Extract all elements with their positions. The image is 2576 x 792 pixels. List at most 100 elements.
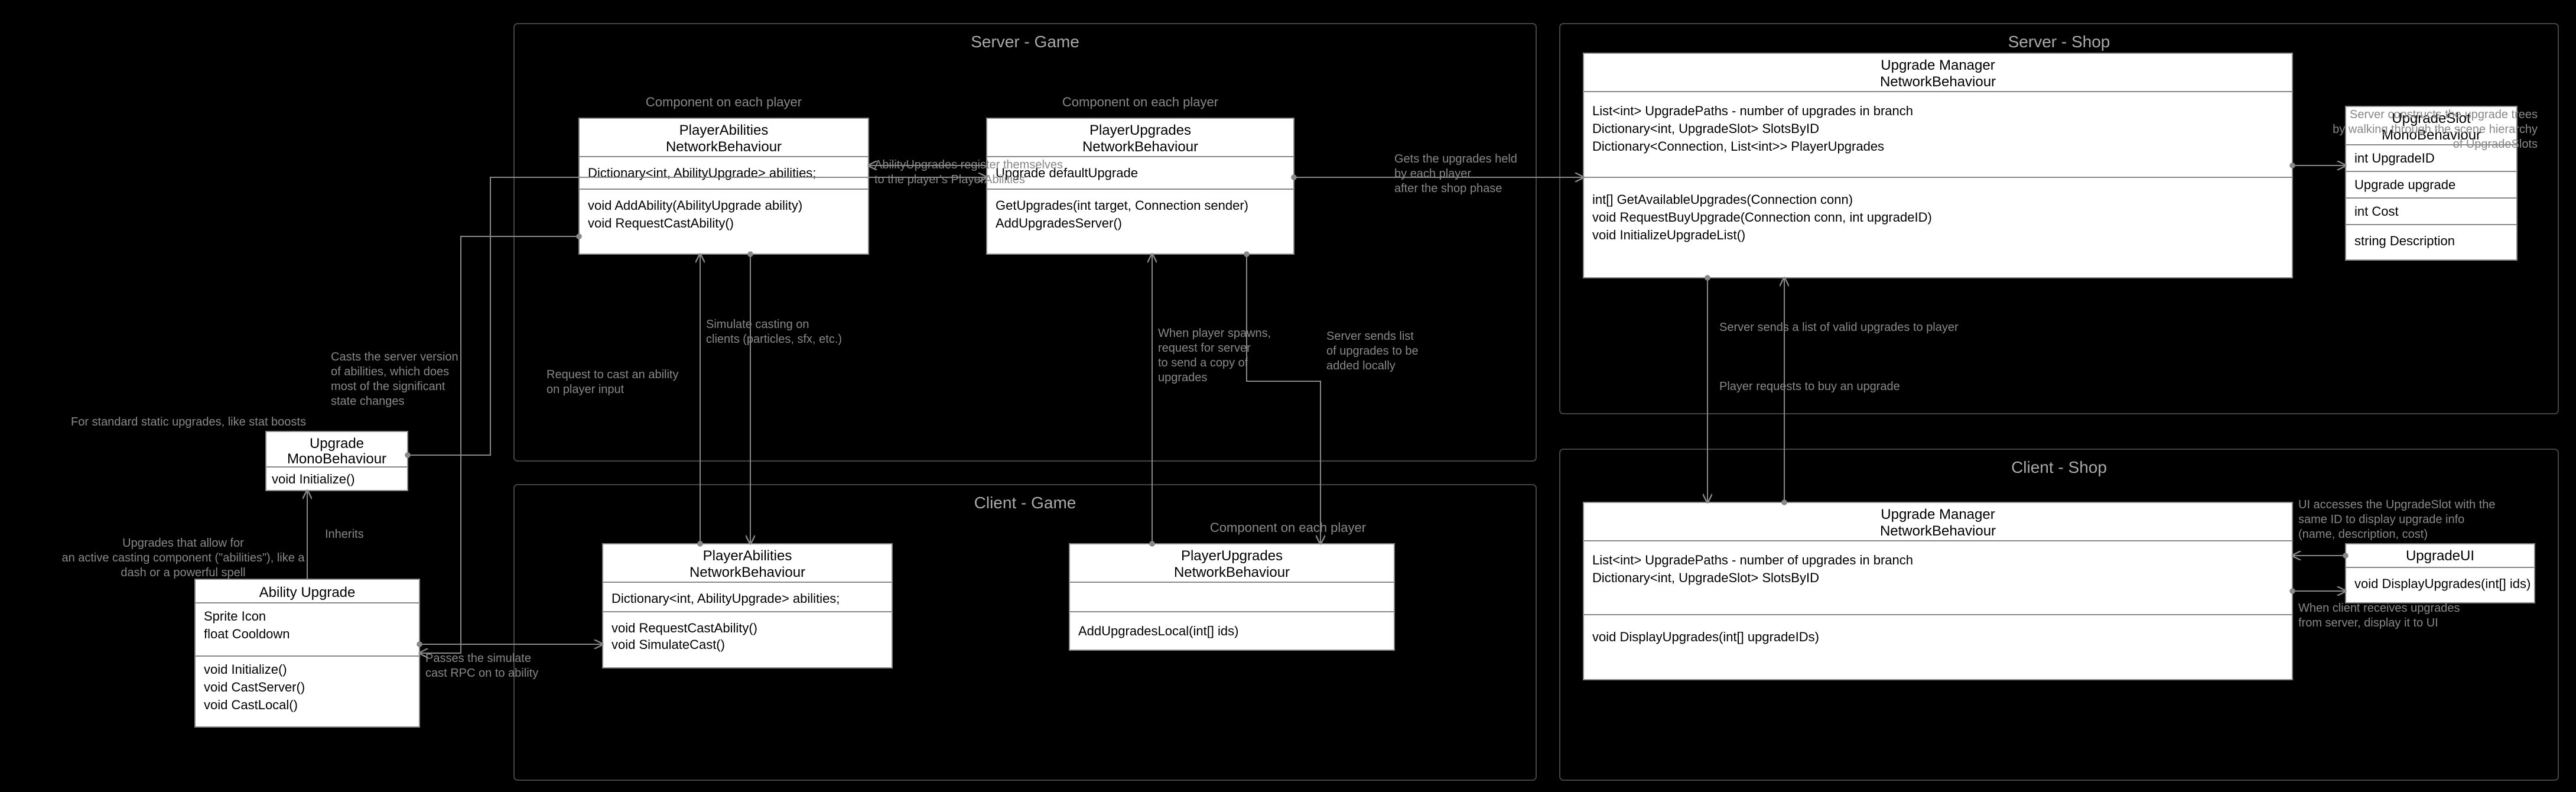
sublabel-cpu: Component on each player xyxy=(1210,520,1366,535)
cpa-sub: NetworkBehaviour xyxy=(689,564,805,580)
us-f3: int Cost xyxy=(2354,204,2399,219)
sum-sub: NetworkBehaviour xyxy=(1880,74,1996,90)
cum-title: Upgrade Manager xyxy=(1881,507,1995,522)
us-f2: Upgrade upgrade xyxy=(2354,177,2455,192)
note-sc2: clients (particles, sfx, etc.) xyxy=(706,333,842,346)
cum-f1: List<int> UpgradePaths - number of upgra… xyxy=(1592,553,1913,567)
note-ar1: AbilityUpgrades register themselves xyxy=(874,158,1063,171)
sublabel-spa: Component on each player xyxy=(646,95,802,109)
uml-client-player-abilities: PlayerAbilities NetworkBehaviour Diction… xyxy=(603,544,892,668)
note-act1: Upgrades that allow for xyxy=(122,537,244,550)
note-pspawn1: When player spawns, xyxy=(1158,327,1271,340)
uml-server-upgrade-manager: Upgrade Manager NetworkBehaviour List<in… xyxy=(1583,53,2292,278)
uml-client-player-upgrades: PlayerUpgrades NetworkBehaviour AddUpgra… xyxy=(1069,544,1394,650)
cpu-title: PlayerUpgrades xyxy=(1181,548,1283,564)
note-act2: an active casting component ("abilities"… xyxy=(61,551,305,564)
cum-m1: void DisplayUpgrades(int[] upgradeIDs) xyxy=(1592,629,1819,644)
conn-spu-cpu xyxy=(1247,254,1320,544)
note-pspawn3: to send a copy of xyxy=(1158,356,1248,369)
note-ps2: cast RPC on to ability xyxy=(425,667,538,680)
note-sconst2: by walking through the scene hierarchy xyxy=(2333,123,2538,136)
zone-server-game-title: Server - Game xyxy=(971,33,1079,51)
ability-upgrade-m2: void CastServer() xyxy=(204,680,305,694)
uml-server-player-abilities: PlayerAbilities NetworkBehaviour Diction… xyxy=(579,118,869,254)
uml-upgrade-ui: UpgradeUI void DisplayUpgrades(int[] ids… xyxy=(2346,544,2535,603)
sum-f3: Dictionary<Connection, List<int>> Player… xyxy=(1592,139,1884,154)
upgrade-m1: void Initialize() xyxy=(272,472,355,486)
conn-spa-au xyxy=(419,236,579,653)
note-cs4: state changes xyxy=(331,395,405,408)
note-ps1: Passes the simulate xyxy=(425,652,531,665)
us-f4: string Description xyxy=(2354,233,2455,248)
note-cs1: Casts the server version xyxy=(331,350,458,363)
ability-upgrade-f1: Sprite Icon xyxy=(204,609,266,624)
note-ssl3: added locally xyxy=(1326,359,1396,372)
sum-f2: Dictionary<int, UpgradeSlot> SlotsByID xyxy=(1592,121,1819,136)
spa-f1: Dictionary<int, AbilityUpgrade> abilitie… xyxy=(588,165,816,180)
sum-m2: void RequestBuyUpgrade(Connection conn, … xyxy=(1592,210,1932,225)
ability-upgrade-title: Ability Upgrade xyxy=(259,585,356,601)
note-prb: Player requests to buy an upgrade xyxy=(1719,380,1900,393)
uml-upgrade: Upgrade MonoBehaviour void Initialize() xyxy=(266,431,408,491)
sum-m1: int[] GetAvailableUpgrades(Connection co… xyxy=(1592,192,1853,207)
sublabel-spu: Component on each player xyxy=(1062,95,1218,109)
ability-upgrade-f2: float Cooldown xyxy=(204,627,290,641)
note-pspawn2: request for server xyxy=(1158,342,1251,355)
note-static: For standard static upgrades, like stat … xyxy=(71,416,306,429)
cpu-m1: AddUpgradesLocal(int[] ids) xyxy=(1078,624,1238,638)
spu-sub: NetworkBehaviour xyxy=(1082,139,1198,155)
zone-client-shop-title: Client - Shop xyxy=(2011,458,2107,476)
sum-title: Upgrade Manager xyxy=(1881,57,1995,73)
upgrade-title: Upgrade xyxy=(310,436,364,452)
note-gu1: Gets the upgrades held xyxy=(1394,152,1517,165)
note-uia1: UI accesses the UpgradeSlot with the xyxy=(2298,498,2496,511)
note-wc1: When client receives upgrades xyxy=(2298,602,2460,615)
note-gu3: after the shop phase xyxy=(1394,182,1502,195)
note-ssv: Server sends a list of valid upgrades to… xyxy=(1719,321,1959,334)
spa-sub: NetworkBehaviour xyxy=(666,139,782,155)
note-cs2: of abilities, which does xyxy=(331,365,449,378)
uui-m1: void DisplayUpgrades(int[] ids) xyxy=(2354,576,2531,591)
note-uia3: (name, description, cost) xyxy=(2298,528,2428,541)
note-act3: dash or a powerful spell xyxy=(121,566,245,579)
note-ssl1: Server sends list xyxy=(1326,330,1414,343)
spa-m2: void RequestCastAbility() xyxy=(588,216,734,231)
spa-m1: void AddAbility(AbilityUpgrade ability) xyxy=(588,198,802,213)
ability-upgrade-m1: void Initialize() xyxy=(204,662,287,677)
uml-client-upgrade-manager: Upgrade Manager NetworkBehaviour List<in… xyxy=(1583,502,2292,680)
upgrade-sub: MonoBehaviour xyxy=(287,451,386,467)
note-sconst3: of UpgradeSlots xyxy=(2453,138,2538,151)
sum-m3: void InitializeUpgradeList() xyxy=(1592,228,1745,242)
zone-client-game-title: Client - Game xyxy=(974,494,1076,512)
note-sconst1: Server constructs the upgrade trees xyxy=(2350,108,2538,121)
spu-m1: GetUpgrades(int target, Connection sende… xyxy=(996,198,1248,213)
uui-title: UpgradeUI xyxy=(2406,548,2474,564)
sum-f1: List<int> UpgradePaths - number of upgra… xyxy=(1592,103,1913,118)
note-ssl2: of upgrades to be xyxy=(1326,345,1419,358)
cpa-m2: void SimulateCast() xyxy=(612,637,725,652)
note-ar2: to the player's PlayerAbilities xyxy=(874,173,1025,186)
note-rc2: on player input xyxy=(547,383,625,396)
uml-ability-upgrade: Ability Upgrade Sprite Icon float Cooldo… xyxy=(195,579,419,727)
us-f1: int UpgradeID xyxy=(2354,151,2435,165)
zone-server-shop-title: Server - Shop xyxy=(2008,33,2110,51)
cpa-m1: void RequestCastAbility() xyxy=(612,621,757,635)
cpa-title: PlayerAbilities xyxy=(703,548,792,564)
ability-upgrade-m3: void CastLocal() xyxy=(204,697,298,712)
note-cs3: most of the significant xyxy=(331,380,445,393)
note-inherits: Inherits xyxy=(325,528,364,541)
spa-title: PlayerAbilities xyxy=(679,122,769,138)
note-pspawn4: upgrades xyxy=(1158,371,1207,384)
cpa-f1: Dictionary<int, AbilityUpgrade> abilitie… xyxy=(612,591,840,606)
note-wc2: from server, display it to UI xyxy=(2298,616,2438,629)
cum-f2: Dictionary<int, UpgradeSlot> SlotsByID xyxy=(1592,570,1819,585)
note-gu2: by each player xyxy=(1394,167,1471,180)
note-rc1: Request to cast an ability xyxy=(547,368,678,381)
note-sc1: Simulate casting on xyxy=(706,318,809,331)
note-uia2: same ID to display upgrade info xyxy=(2298,513,2464,526)
spu-m2: AddUpgradesServer() xyxy=(996,216,1122,231)
cpu-sub: NetworkBehaviour xyxy=(1174,564,1290,580)
cum-sub: NetworkBehaviour xyxy=(1880,523,1996,539)
uml-server-player-upgrades: PlayerUpgrades NetworkBehaviour Upgrade … xyxy=(987,118,1294,254)
spu-title: PlayerUpgrades xyxy=(1089,122,1191,138)
